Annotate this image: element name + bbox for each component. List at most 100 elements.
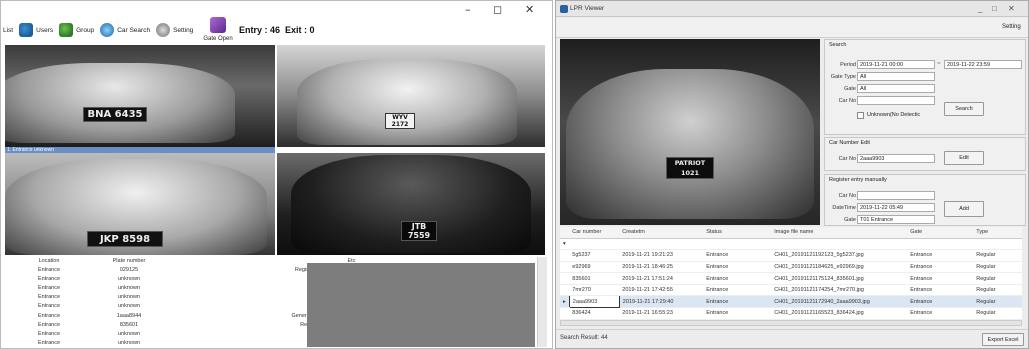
period-to-field[interactable]: 2019-11-22 23:59 [944, 60, 1022, 69]
register-gate-select[interactable]: T01 Entrance [857, 215, 935, 224]
plate-line-1: PATRIOT [674, 159, 706, 167]
toolbar-users-button[interactable]: Users [19, 23, 53, 37]
gate-type-select[interactable]: All [857, 72, 935, 81]
table-cell: 836424 [569, 307, 620, 320]
table-cell[interactable]: 2aaa9903 [568, 295, 620, 309]
unknown-checkbox-label: Unknown(No Detectic [867, 112, 921, 118]
table-cell: 835601 [569, 272, 620, 285]
maximize-button[interactable]: ◻ [493, 3, 502, 16]
car-image [5, 63, 235, 143]
table-row[interactable]: 7mr270 2019-11-21 17:42:55 Entrance CH01_20… [560, 284, 1022, 297]
table-row[interactable]: 5g5237 2019-11-21 19:21:23 Entrance CH01_20… [560, 249, 1022, 262]
table-row[interactable]: 836424 2019-11-21 16:55:23 Entrance CH01_20… [560, 307, 1022, 320]
column-header[interactable]: Type [973, 227, 1022, 239]
table-cell: CH01_20191121174254_7mr270.jpg [771, 284, 908, 297]
setting-button[interactable]: Setting [1002, 24, 1021, 30]
toolbar-list-button[interactable]: List [3, 27, 13, 34]
toolbar-users-label: Users [36, 26, 54, 34]
table-cell: Entrance [703, 295, 772, 309]
table-cell: 2019-11-21 19:21:23 [619, 249, 704, 262]
column-header: Plate number [112, 258, 146, 264]
table-row[interactable]: 835601 2019-11-21 17:51:24 Entrance CH01_20… [560, 272, 1022, 285]
row-header-column [560, 227, 570, 239]
table-cell: Regular [973, 261, 1022, 274]
results-table: Car number Createtm Status Image file na… [560, 227, 1022, 320]
register-car-no-input[interactable] [857, 191, 935, 200]
toolbar: List Users Group Car Search Setting [3, 15, 199, 45]
datetime-field[interactable]: 2019-11-22 05:49 [857, 203, 935, 212]
car-search-icon [100, 23, 115, 37]
table-row[interactable]: e92969 2019-11-21 18:46:25 Entrance CH01_20… [560, 261, 1022, 274]
table-cell: 835601 [119, 321, 139, 328]
period-from-field[interactable]: 2019-11-21 00:00 [857, 60, 935, 69]
minimize-button[interactable]: – [465, 3, 471, 16]
users-icon [19, 23, 34, 37]
edit-section-title: Car Number Edit [829, 140, 870, 146]
close-button[interactable]: ✕ [1008, 4, 1015, 13]
unknown-checkbox[interactable] [857, 112, 864, 119]
table-cell: e92969 [569, 261, 620, 274]
table-row-selected[interactable]: ▸ 2aaa9903 2019-11-21 17:29:40 Entrance CH01… [560, 295, 1022, 309]
table-cell: unknown [117, 340, 141, 347]
table-cell: Entrance [37, 294, 60, 301]
table-cell: Regular [973, 307, 1022, 320]
search-button[interactable]: Search [944, 102, 984, 116]
entry-exit-counter: Entry : 46 Exit : 0 [239, 25, 315, 35]
table-cell: unknown [117, 275, 141, 282]
camera-view-1[interactable]: BNA 6435 [5, 45, 275, 147]
table-cell: Entrance [907, 249, 974, 262]
table-cell: CH01_20191121172940_2aaa9903.jpg [771, 295, 908, 309]
app-icon [560, 5, 568, 13]
table-cell: Entrance [37, 284, 60, 291]
table-cell: CH01_20191121175124_835601.jpg [771, 272, 908, 285]
license-plate: JKP 8598 [87, 231, 163, 247]
add-button[interactable]: Add [944, 201, 984, 217]
toolbar-group-button[interactable]: Group [59, 23, 94, 37]
period-label: Period [840, 62, 856, 68]
car-image [566, 69, 814, 219]
table-cell: unknown [117, 294, 141, 301]
car-no-search-input[interactable] [857, 96, 935, 105]
column-header[interactable]: Status [703, 227, 772, 239]
toolbar-car-search-button[interactable]: Car Search [100, 23, 150, 37]
table-cell: Regular [973, 272, 1022, 285]
register-gate-label: Gate [844, 217, 856, 223]
camera-view-2[interactable]: WYV 2172 [277, 45, 545, 147]
column-header[interactable]: Image file name [771, 227, 908, 239]
horizontal-scrollbar[interactable] [560, 320, 1022, 326]
new-row[interactable]: ▾ [560, 238, 1022, 251]
camera-view-3[interactable]: JKP 8598 [5, 153, 275, 255]
gate-type-label: Gate Type [830, 74, 856, 80]
column-header[interactable]: Createtm [619, 227, 704, 239]
close-button[interactable]: ✕ [525, 3, 534, 16]
table-cell: Entrance [703, 284, 772, 297]
edit-car-no-input[interactable]: 2aaa9903 [857, 154, 935, 163]
license-plate: WYV 2172 [385, 113, 415, 129]
table-cell: 1aaa8944 [116, 312, 142, 319]
export-excel-button[interactable]: Export Excel [982, 333, 1024, 346]
minimize-button[interactable]: _ [978, 4, 982, 13]
gate-open-icon [210, 17, 226, 33]
status-bar: Search Result: 44 Export Excel [556, 329, 1028, 348]
preview-image[interactable]: PATRIOT 1021 [560, 39, 820, 225]
car-image [297, 59, 517, 145]
gate-open-button[interactable]: Gate Open [203, 17, 233, 42]
camera-view-4[interactable]: JTB 7559 [277, 153, 545, 255]
column-header[interactable]: Gate [907, 227, 974, 239]
maximize-button[interactable]: □ [992, 4, 997, 13]
register-section-title: Register entry manually [829, 177, 887, 183]
exit-count: Exit : 0 [285, 25, 315, 35]
table-cell: Entrance [37, 321, 60, 328]
datetime-label: DateTime [832, 205, 856, 211]
table-cell: CH01_20191121184625_e92969.jpg [771, 261, 908, 274]
table-cell: Entrance [907, 295, 974, 309]
edit-button[interactable]: Edit [944, 151, 984, 165]
log-scrollbar[interactable] [537, 257, 547, 347]
table-cell: Entrance [37, 266, 60, 273]
gate-select[interactable]: All [857, 84, 935, 93]
column-header[interactable]: Car number [569, 227, 620, 239]
table-cell: Entrance [907, 284, 974, 297]
toolbar-setting-button[interactable]: Setting [156, 23, 193, 37]
table-cell: 2019-11-21 16:55:23 [619, 307, 704, 320]
setting-icon [156, 23, 171, 37]
